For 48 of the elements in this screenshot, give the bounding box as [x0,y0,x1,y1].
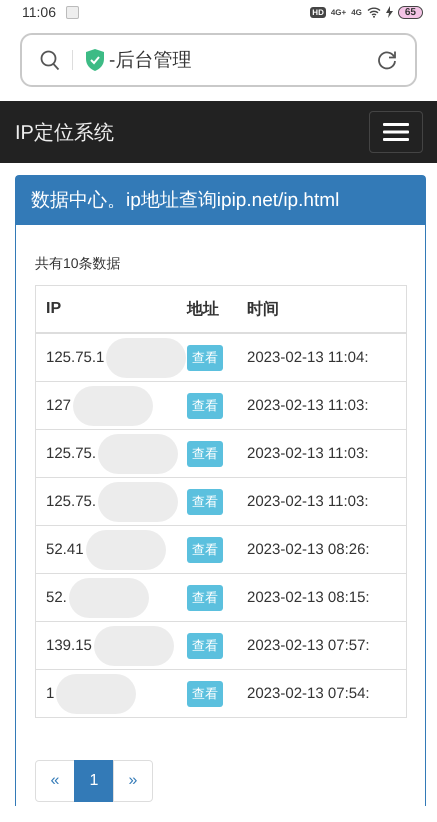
record-count: 共有10条数据 [35,255,122,273]
view-button[interactable]: 查看 [187,584,223,610]
page-link[interactable]: « [35,760,75,802]
view-button[interactable]: 查看 [187,632,223,658]
address-bar[interactable]: -后台管理 [20,33,417,87]
clock-time: 11:06 [22,4,56,20]
brand-title[interactable]: IP定位系统 [15,118,114,146]
view-button[interactable]: 查看 [187,680,223,706]
ip-cell: 127 [46,397,72,414]
ip-cell: 52. [46,589,67,606]
column-header: 地址 [177,286,237,333]
notification-icon [66,6,79,18]
time-cell: 2023-02-13 11:03: [247,445,368,462]
reload-icon[interactable] [377,50,397,70]
search-icon[interactable] [40,50,60,70]
time-cell: 2023-02-13 08:26: [247,541,370,558]
hd-badge: HD [310,6,326,18]
ip-cell: 139.15 [46,637,92,654]
time-cell: 2023-02-13 07:54: [247,685,370,702]
time-cell: 2023-02-13 07:57: [247,637,370,654]
ip-cell: 125.75.1 [46,349,104,366]
view-button[interactable]: 查看 [187,440,223,466]
time-cell: 2023-02-13 08:15: [247,589,370,606]
wifi-icon [366,6,381,18]
time-cell: 2023-02-13 11:03: [247,397,368,414]
page-link[interactable]: 1 [74,760,114,802]
ip-cell: 52.41 [46,541,84,558]
menu-icon [383,123,409,141]
view-button[interactable]: 查看 [187,536,223,562]
charging-icon [386,6,393,18]
page-title: -后台管理 [109,49,192,73]
time-cell: 2023-02-13 11:04: [247,349,368,366]
column-header: 时间 [237,286,406,333]
network-label: 4G+ [330,8,346,16]
ip-cell: 1 [46,685,54,702]
page-link[interactable]: » [113,760,153,802]
menu-button[interactable] [369,111,423,153]
view-button[interactable]: 查看 [187,344,223,370]
network-label: 4G [351,8,362,16]
view-button[interactable]: 查看 [187,392,223,418]
shield-check-icon [85,49,105,71]
view-button[interactable]: 查看 [187,488,223,514]
panel-heading: 数据中心。ip地址查询ipip.net/ip.html [16,176,425,225]
battery-level: 65 [398,6,423,18]
ip-cell: 125.75. [46,445,96,462]
ip-cell: 125.75. [46,493,96,510]
column-header: IP [36,286,177,333]
time-cell: 2023-02-13 11:03: [247,493,368,510]
